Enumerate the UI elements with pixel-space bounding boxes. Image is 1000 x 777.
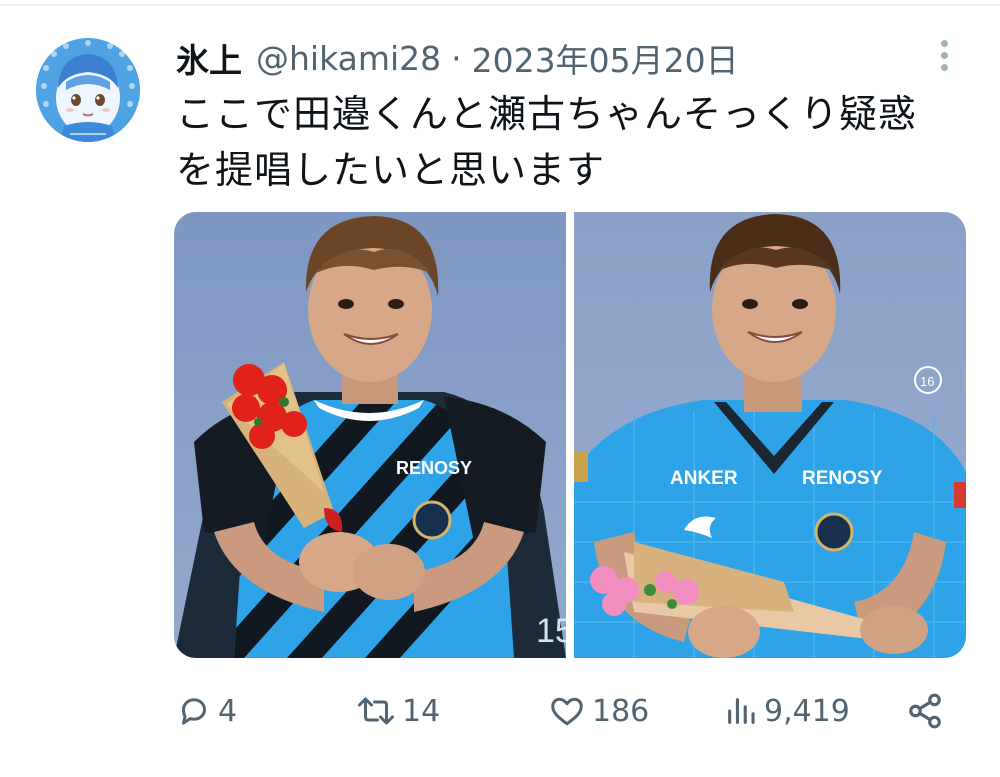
tweet-header: 氷上 @hikami28 · 2023年05月20日 bbox=[176, 30, 739, 86]
jersey-number-badge: 16 bbox=[920, 374, 934, 389]
top-divider bbox=[0, 4, 1000, 6]
retweet-count: 14 bbox=[402, 693, 441, 729]
tweet-text-line: ここで田邉くんと瀬古ちゃんそっくり疑惑 bbox=[176, 92, 918, 136]
share-button[interactable] bbox=[906, 686, 944, 736]
heart-icon bbox=[551, 697, 583, 726]
user-handle[interactable]: @hikami28 bbox=[256, 39, 441, 78]
views-button[interactable]: 9,419 bbox=[724, 686, 850, 736]
tweet-text: ここで田邉くんと瀬古ちゃんそっくり疑惑 を提唱したいと思います bbox=[176, 86, 976, 198]
avatar-pattern bbox=[36, 38, 140, 142]
share-icon bbox=[909, 693, 941, 729]
jersey-sponsor-right: RENOSY bbox=[802, 468, 883, 489]
like-button[interactable]: 186 bbox=[548, 686, 649, 736]
retweet-icon bbox=[358, 697, 394, 725]
player-photo-left: RENOSY 15 bbox=[174, 216, 566, 658]
tweet-media[interactable]: RENOSY 15 ANKER RENOSY 16 bbox=[174, 212, 966, 658]
like-count: 186 bbox=[592, 693, 650, 729]
tweet-actions: 4 14 186 9,419 bbox=[176, 686, 966, 736]
retweet-button[interactable]: 14 bbox=[356, 686, 440, 736]
more-vertical-icon[interactable] bbox=[936, 40, 952, 80]
media-photo-left[interactable]: RENOSY 15 bbox=[174, 212, 566, 658]
view-count: 9,419 bbox=[764, 693, 850, 729]
jersey-sponsor: RENOSY bbox=[396, 458, 472, 478]
jersey-sponsor-left: ANKER bbox=[670, 468, 738, 489]
media-photo-right[interactable]: ANKER RENOSY 16 bbox=[574, 212, 966, 658]
jersey-number: 15 bbox=[536, 612, 566, 650]
reply-count: 4 bbox=[218, 693, 238, 729]
tweet-text-line: を提唱したいと思います bbox=[176, 148, 606, 192]
header-separator: · bbox=[451, 38, 462, 78]
display-name[interactable]: 氷上 bbox=[176, 34, 242, 82]
player-photo-right: ANKER RENOSY 16 bbox=[574, 214, 966, 658]
tweet-date[interactable]: 2023年05月20日 bbox=[472, 34, 739, 82]
views-icon bbox=[728, 698, 755, 724]
reply-icon bbox=[182, 698, 206, 725]
avatar[interactable] bbox=[36, 38, 140, 142]
reply-button[interactable]: 4 bbox=[176, 686, 237, 736]
